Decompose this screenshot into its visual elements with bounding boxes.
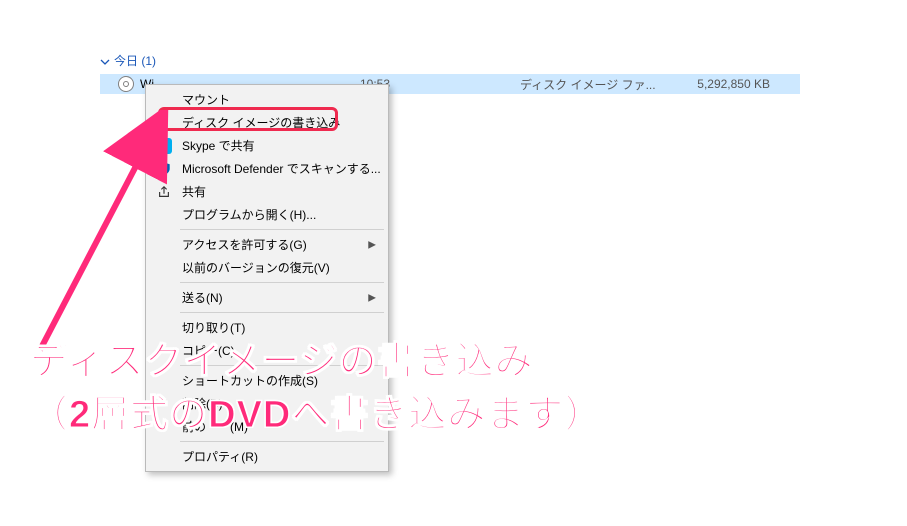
menu-mount[interactable]: マウント <box>148 88 386 111</box>
group-label: 今日 (1) <box>114 52 156 69</box>
menu-properties[interactable]: プロパティ(R) <box>148 445 386 468</box>
group-header-today[interactable]: 今日 (1) <box>100 52 156 69</box>
chevron-down-icon <box>100 56 110 66</box>
menu-share[interactable]: 共有 <box>148 180 386 203</box>
menu-open-with[interactable]: プログラムから開く(H)... <box>148 203 386 226</box>
menu-skype-share[interactable]: S Skype で共有 <box>148 134 386 157</box>
menu-separator <box>180 441 384 442</box>
menu-separator <box>180 282 384 283</box>
defender-shield-icon <box>156 161 172 177</box>
menu-grant-access[interactable]: アクセスを許可する(G) ▶ <box>148 233 386 256</box>
submenu-arrow-icon: ▶ <box>368 292 376 303</box>
menu-separator <box>180 312 384 313</box>
menu-defender-scan[interactable]: Microsoft Defender でスキャンする... <box>148 157 386 180</box>
annotation-text-line1: ディスクイメージの書き込み <box>30 330 534 385</box>
submenu-arrow-icon: ▶ <box>368 239 376 250</box>
skype-icon: S <box>156 138 172 154</box>
file-type: ディスク イメージ ファ... <box>520 76 670 93</box>
file-size: 5,292,850 KB <box>670 77 770 91</box>
annotation-text-line2: （2層式のDVDへ書き込みます） <box>30 383 603 438</box>
share-icon <box>156 184 172 200</box>
menu-send-to[interactable]: 送る(N) ▶ <box>148 286 386 309</box>
menu-burn-disc-image[interactable]: ディスク イメージの書き込み <box>148 111 386 134</box>
disc-image-icon <box>118 76 134 92</box>
menu-restore-previous-versions[interactable]: 以前のバージョンの復元(V) <box>148 256 386 279</box>
menu-separator <box>180 229 384 230</box>
